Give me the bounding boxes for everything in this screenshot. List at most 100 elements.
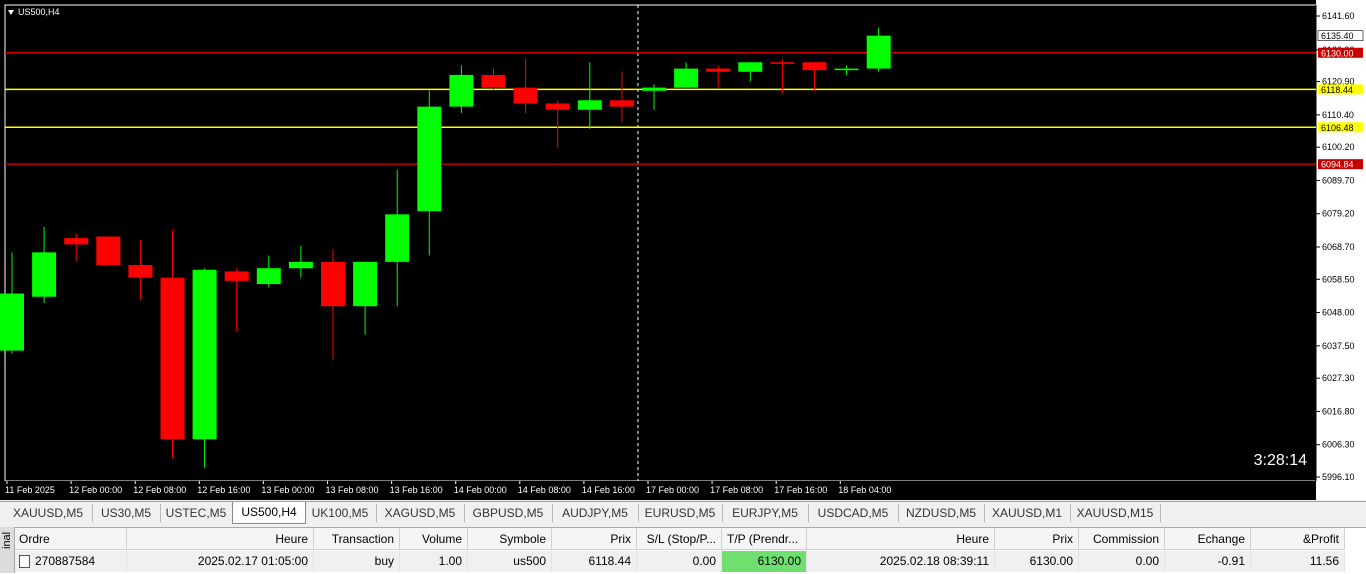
- column-header[interactable]: Transaction: [314, 528, 400, 550]
- chart-tabs-bar: XAUUSD,M5 US30,M5 USTEC,M5 US500,H4 UK100,M5…: [0, 501, 1366, 524]
- column-header[interactable]: Ordre: [14, 528, 127, 550]
- time-axis-label: 13 Feb 16:00: [390, 485, 443, 495]
- bull-candle[interactable]: [353, 261, 378, 307]
- bear-candle[interactable]: [609, 100, 634, 107]
- table-cell[interactable]: 11.56: [1251, 551, 1345, 572]
- bear-candle[interactable]: [128, 265, 153, 278]
- time-axis-label: 12 Feb 08:00: [133, 485, 186, 495]
- table-cell[interactable]: 6118.44: [552, 551, 637, 572]
- chart-area[interactable]: 6141.606130.906120.906110.406100.206089.…: [0, 0, 1366, 500]
- time-axis-label: 14 Feb 08:00: [518, 485, 571, 495]
- bull-candle[interactable]: [256, 268, 281, 285]
- bull-candle[interactable]: [288, 261, 313, 269]
- column-header[interactable]: Commission: [1079, 528, 1165, 550]
- chart-tab[interactable]: XAUUSD,M15: [1070, 504, 1161, 522]
- terminal-side-label[interactable]: inal: [0, 527, 15, 573]
- bear-candle[interactable]: [481, 74, 506, 88]
- chart-tab[interactable]: US500,H4: [232, 502, 306, 524]
- price-level-tag-label: 6106.48: [1321, 123, 1354, 133]
- chart-tab[interactable]: NZDUSD,M5: [898, 504, 985, 522]
- bear-candle[interactable]: [160, 277, 185, 440]
- price-tick-label: 6068.70: [1322, 242, 1355, 252]
- column-header[interactable]: Prix: [995, 528, 1079, 550]
- column-header[interactable]: Prix: [552, 528, 637, 550]
- column-header[interactable]: Heure: [127, 528, 314, 550]
- chart-tab[interactable]: XAUUSD,M1: [984, 504, 1071, 522]
- table-cell[interactable]: 6130.00: [722, 551, 807, 572]
- table-cell[interactable]: us500: [468, 551, 552, 572]
- bear-candle[interactable]: [96, 236, 121, 266]
- price-tick-label: 6110.40: [1322, 110, 1354, 120]
- column-header[interactable]: S/L (Stop/P...: [637, 528, 722, 550]
- time-axis-label: 12 Feb 00:00: [69, 485, 122, 495]
- column-header[interactable]: Volume: [400, 528, 468, 550]
- chart-tab[interactable]: EURUSD,M5: [638, 504, 723, 522]
- order-id: 270887584: [35, 554, 96, 568]
- chart-tab[interactable]: GBPUSD,M5: [464, 504, 553, 522]
- bear-candle[interactable]: [802, 62, 827, 71]
- table-cell[interactable]: 270887584: [14, 551, 127, 572]
- current-price-label: 6135.40: [1321, 31, 1354, 41]
- chart-tab[interactable]: US30,M5: [92, 504, 161, 522]
- symbol-label: US500,H4: [18, 7, 60, 17]
- bear-candle[interactable]: [64, 238, 89, 245]
- candlestick-chart[interactable]: 6141.606130.906120.906110.406100.206089.…: [0, 0, 1366, 500]
- time-axis-label: 17 Feb 16:00: [774, 485, 827, 495]
- bull-candle[interactable]: [642, 87, 666, 91]
- column-header[interactable]: &Profit: [1251, 528, 1345, 550]
- column-header[interactable]: T/P (Prendr...: [722, 528, 807, 550]
- table-cell[interactable]: 2025.02.18 08:39:11: [807, 551, 995, 572]
- bear-candle[interactable]: [545, 103, 570, 110]
- table-cell[interactable]: 1.00: [400, 551, 468, 572]
- price-tick-label: 6048.00: [1322, 308, 1355, 318]
- bull-candle[interactable]: [674, 68, 699, 88]
- price-level-tag-label: 6118.44: [1321, 85, 1353, 95]
- price-level-tag-label: 6130.00: [1321, 48, 1354, 58]
- bull-candle[interactable]: [32, 252, 57, 297]
- chart-tab[interactable]: EURJPY,M5: [722, 504, 809, 522]
- bear-candle[interactable]: [706, 68, 731, 72]
- price-tick-label: 6037.50: [1322, 341, 1355, 351]
- table-cell[interactable]: buy: [314, 551, 400, 572]
- price-tick-label: 6079.20: [1322, 209, 1355, 219]
- bull-candle[interactable]: [0, 293, 24, 351]
- price-level-tag-label: 6094.84: [1321, 160, 1354, 170]
- table-cell[interactable]: 0.00: [637, 551, 722, 572]
- table-cell[interactable]: -0.91: [1165, 551, 1251, 572]
- bull-candle[interactable]: [385, 214, 410, 262]
- time-axis-label: 13 Feb 08:00: [326, 485, 379, 495]
- table-cell[interactable]: 6130.00: [995, 551, 1079, 572]
- bull-candle[interactable]: [577, 100, 602, 110]
- time-axis-label: 17 Feb 08:00: [710, 485, 763, 495]
- time-axis-label: 12 Feb 16:00: [197, 485, 250, 495]
- time-axis-label: 14 Feb 00:00: [454, 485, 507, 495]
- price-tick-label: 6016.80: [1322, 406, 1355, 416]
- price-tick-label: 5996.10: [1322, 472, 1355, 482]
- table-cell[interactable]: 2025.02.17 01:05:00: [127, 551, 314, 572]
- bull-candle[interactable]: [834, 68, 859, 71]
- bull-candle[interactable]: [449, 74, 474, 107]
- bull-candle[interactable]: [738, 62, 763, 72]
- column-header[interactable]: Symbole: [468, 528, 552, 550]
- chart-tab[interactable]: UK100,M5: [304, 504, 377, 522]
- chart-tab[interactable]: USDCAD,M5: [808, 504, 899, 522]
- column-header[interactable]: Echange: [1165, 528, 1251, 550]
- time-axis-label: 17 Feb 00:00: [646, 485, 699, 495]
- bear-candle[interactable]: [224, 271, 249, 281]
- table-cell[interactable]: 0.00: [1079, 551, 1165, 572]
- bull-candle[interactable]: [417, 106, 442, 212]
- column-header[interactable]: Heure: [807, 528, 995, 550]
- bear-candle[interactable]: [770, 62, 795, 64]
- dropdown-triangle-icon[interactable]: [8, 10, 14, 16]
- chart-tab[interactable]: AUDJPY,M5: [552, 504, 639, 522]
- bear-candle[interactable]: [513, 87, 538, 104]
- bear-candle[interactable]: [321, 261, 345, 307]
- bull-candle[interactable]: [866, 35, 891, 69]
- bull-candle[interactable]: [192, 269, 217, 440]
- chart-tab[interactable]: USTEC,M5: [160, 504, 233, 522]
- chart-tab[interactable]: XAGUSD,M5: [376, 504, 465, 522]
- chart-tab[interactable]: XAUUSD,M5: [4, 504, 93, 522]
- candle-timer: 3:28:14: [1253, 452, 1307, 469]
- price-tick-label: 6006.30: [1322, 440, 1355, 450]
- order-document-icon: [19, 555, 30, 569]
